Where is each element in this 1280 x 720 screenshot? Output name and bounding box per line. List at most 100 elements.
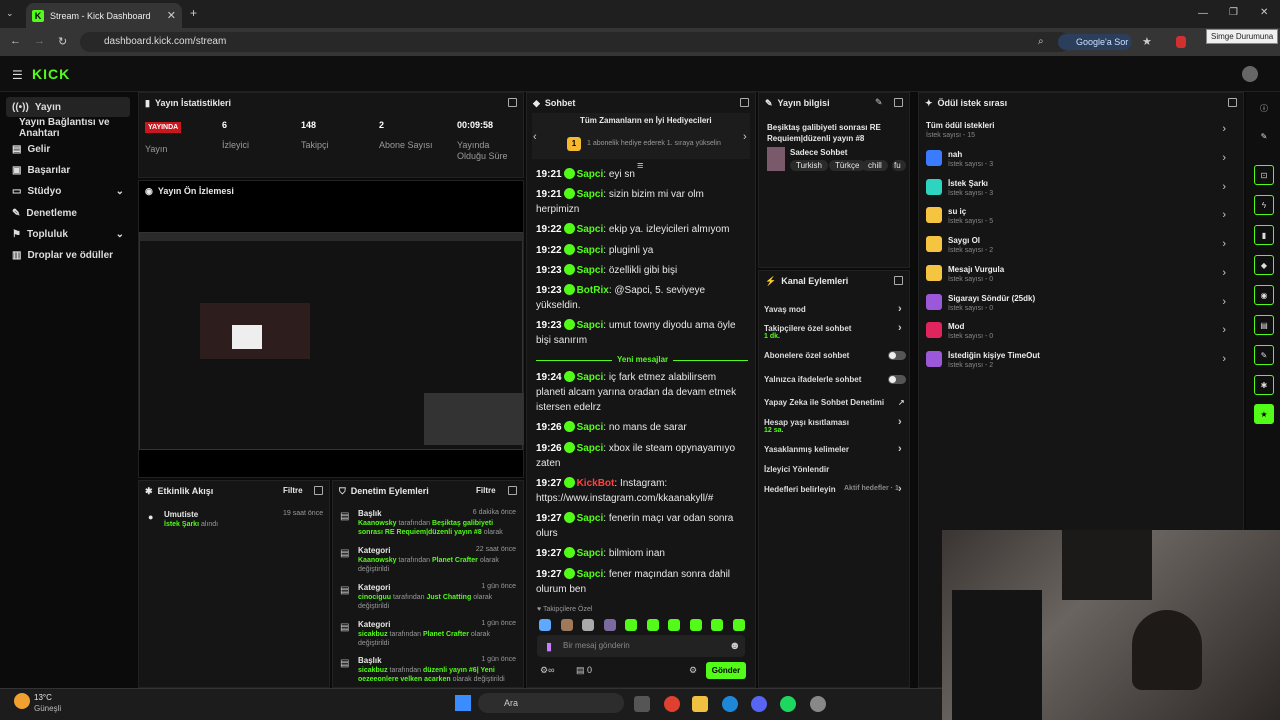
mod-action-user[interactable]: sicakbuz (358, 631, 388, 638)
chat-username[interactable]: KickBot (577, 478, 615, 489)
channel-action-row[interactable]: Yasaklanmış kelimeler › (764, 443, 904, 455)
stats-tool-icon[interactable]: ⊡ (1254, 165, 1274, 185)
mod-action-user[interactable]: Kaanowsky (358, 520, 397, 527)
folder-icon[interactable] (692, 696, 708, 712)
emote-icon[interactable] (689, 619, 702, 631)
sidebar-item-stream-key[interactable]: Yayın Bağlantısı ve Anahtarı (6, 117, 130, 139)
maximize-button[interactable]: ❐ (1229, 7, 1238, 18)
stream-tag[interactable]: Turkish (790, 160, 828, 171)
chat-username[interactable]: Sapci (577, 224, 604, 235)
app-icon[interactable] (810, 696, 826, 712)
toggle-switch[interactable] (888, 375, 906, 384)
avatar[interactable] (1242, 66, 1258, 82)
external-link-icon[interactable]: ↗ (898, 398, 905, 407)
windows-start-icon[interactable] (455, 695, 471, 711)
forward-icon[interactable]: → (34, 35, 45, 47)
chat-username[interactable]: Sapci (577, 372, 604, 383)
chat-username[interactable]: Sapci (577, 422, 604, 433)
taskview-icon[interactable] (634, 696, 650, 712)
reward-tool-icon[interactable]: ★ (1254, 404, 1274, 424)
emote-icon[interactable] (603, 619, 616, 631)
chat-username[interactable]: BotRix (577, 285, 609, 296)
info-tool-icon[interactable]: ▮ (1254, 225, 1274, 245)
stream-tag[interactable]: Türkçe (829, 160, 866, 171)
emote-icon[interactable] (732, 619, 745, 631)
channel-action-row[interactable]: Takipçilere özel sohbet 1 dk. › (764, 322, 904, 340)
gear-icon[interactable]: ⚙ (689, 665, 697, 676)
edge-icon[interactable] (722, 696, 738, 712)
info-icon[interactable]: ⓘ (1254, 98, 1274, 118)
emoji-icon[interactable]: ☻ (729, 640, 741, 652)
emote-icon[interactable] (539, 619, 551, 631)
popout-icon[interactable] (314, 486, 323, 495)
chat-username[interactable]: Sapci (577, 189, 604, 200)
channel-action-row[interactable]: Abonelere özel sohbet (764, 351, 906, 360)
tab-list-icon[interactable]: ⌄ (6, 8, 14, 19)
discord-icon[interactable] (751, 696, 767, 712)
bolt-tool-icon[interactable]: ϟ (1254, 195, 1274, 215)
video-tool-icon[interactable]: ▤ (1254, 315, 1274, 335)
sidebar-item-gelir[interactable]: ▤ Gelir (6, 139, 130, 159)
sidebar-item-studyo[interactable]: ▭ Stüdyo ⌄ (6, 181, 130, 201)
back-icon[interactable]: ← (10, 35, 21, 47)
channel-action-row[interactable]: Hedefleri belirleyin Aktif hedefler · 1 › (764, 483, 904, 495)
menu-icon[interactable]: ☰ (12, 68, 23, 82)
activity-tool-icon[interactable]: ✱ (1254, 375, 1274, 395)
edit-icon[interactable]: ✎ (875, 97, 883, 108)
chat-username[interactable]: Sapci (577, 169, 604, 180)
chevron-left-icon[interactable]: ‹ (533, 131, 537, 143)
chat-username[interactable]: Sapci (577, 245, 604, 256)
channel-action-row[interactable]: Yalnızca ifadelerle sohbet (764, 375, 906, 384)
filter-button[interactable]: Filtre (476, 486, 496, 495)
chat-username[interactable]: Sapci (577, 548, 604, 559)
stream-tag[interactable]: fu (892, 160, 906, 171)
mod-action-user[interactable]: sicakbuz (358, 667, 388, 674)
chrome-icon[interactable] (664, 696, 680, 712)
popout-icon[interactable] (894, 98, 903, 107)
minimize-button[interactable]: — (1198, 8, 1208, 19)
filter-button[interactable]: Filtre (283, 486, 303, 495)
channel-action-row[interactable]: Yapay Zeka ile Sohbet Denetimi ↗ (764, 398, 905, 407)
broadcast-tool-icon[interactable]: ◉ (1254, 285, 1274, 305)
channel-action-row[interactable]: Hesap yaşı kısıtlaması 12 sa. › (764, 416, 904, 434)
close-tab-icon[interactable]: ✕ (167, 9, 176, 22)
chevron-right-icon[interactable]: › (743, 131, 747, 143)
channel-action-row[interactable]: İzleyici Yönlendir (764, 465, 904, 474)
chat-username[interactable]: Sapci (577, 320, 604, 331)
chat-username[interactable]: Sapci (577, 265, 604, 276)
emote-icon[interactable] (560, 619, 573, 631)
mod-action-user[interactable]: Kaanowsky (358, 557, 397, 564)
chat-username[interactable]: Sapci (577, 513, 604, 524)
popout-icon[interactable] (1228, 98, 1237, 107)
emote-icon[interactable] (668, 619, 680, 631)
kick-logo[interactable]: KICK (32, 66, 70, 82)
emote-icon[interactable] (711, 619, 723, 631)
popout-icon[interactable] (740, 98, 749, 107)
extension-icon[interactable] (1176, 36, 1186, 48)
chat-username[interactable]: Sapci (577, 569, 604, 580)
emote-icon[interactable] (582, 619, 594, 631)
sidebar-item-topluluk[interactable]: ⚑ Topluluk ⌄ (6, 224, 130, 244)
emote-icon[interactable] (625, 619, 637, 631)
popout-icon[interactable] (894, 276, 903, 285)
stream-tag[interactable]: chill (862, 160, 888, 171)
toggle-switch[interactable] (888, 351, 906, 360)
zoom-icon[interactable]: ⌕ (1038, 36, 1044, 47)
close-window-button[interactable]: ✕ (1260, 7, 1268, 18)
popout-icon[interactable] (508, 98, 517, 107)
chat-username[interactable]: Sapci (577, 443, 604, 454)
wrench-tool-icon[interactable]: ✎ (1254, 345, 1274, 365)
chat-settings-icon[interactable]: ⚙∞ (540, 665, 554, 676)
stream-preview-video[interactable] (139, 232, 524, 450)
edit-layout-icon[interactable]: ✎ (1254, 126, 1274, 146)
reload-icon[interactable]: ↻ (58, 35, 67, 48)
new-tab-button[interactable]: + (190, 6, 197, 20)
url-input[interactable]: dashboard.kick.com/stream (80, 32, 1070, 52)
emote-icon[interactable] (646, 619, 659, 631)
send-button[interactable]: Gönder (706, 662, 746, 679)
bookmark-star-icon[interactable]: ★ (1142, 35, 1152, 48)
mic-icon[interactable]: ▮ (546, 640, 552, 653)
taskbar-search[interactable]: Ara (478, 693, 624, 713)
chat-tool-icon[interactable]: ◆ (1254, 255, 1274, 275)
spotify-icon[interactable] (780, 696, 796, 712)
